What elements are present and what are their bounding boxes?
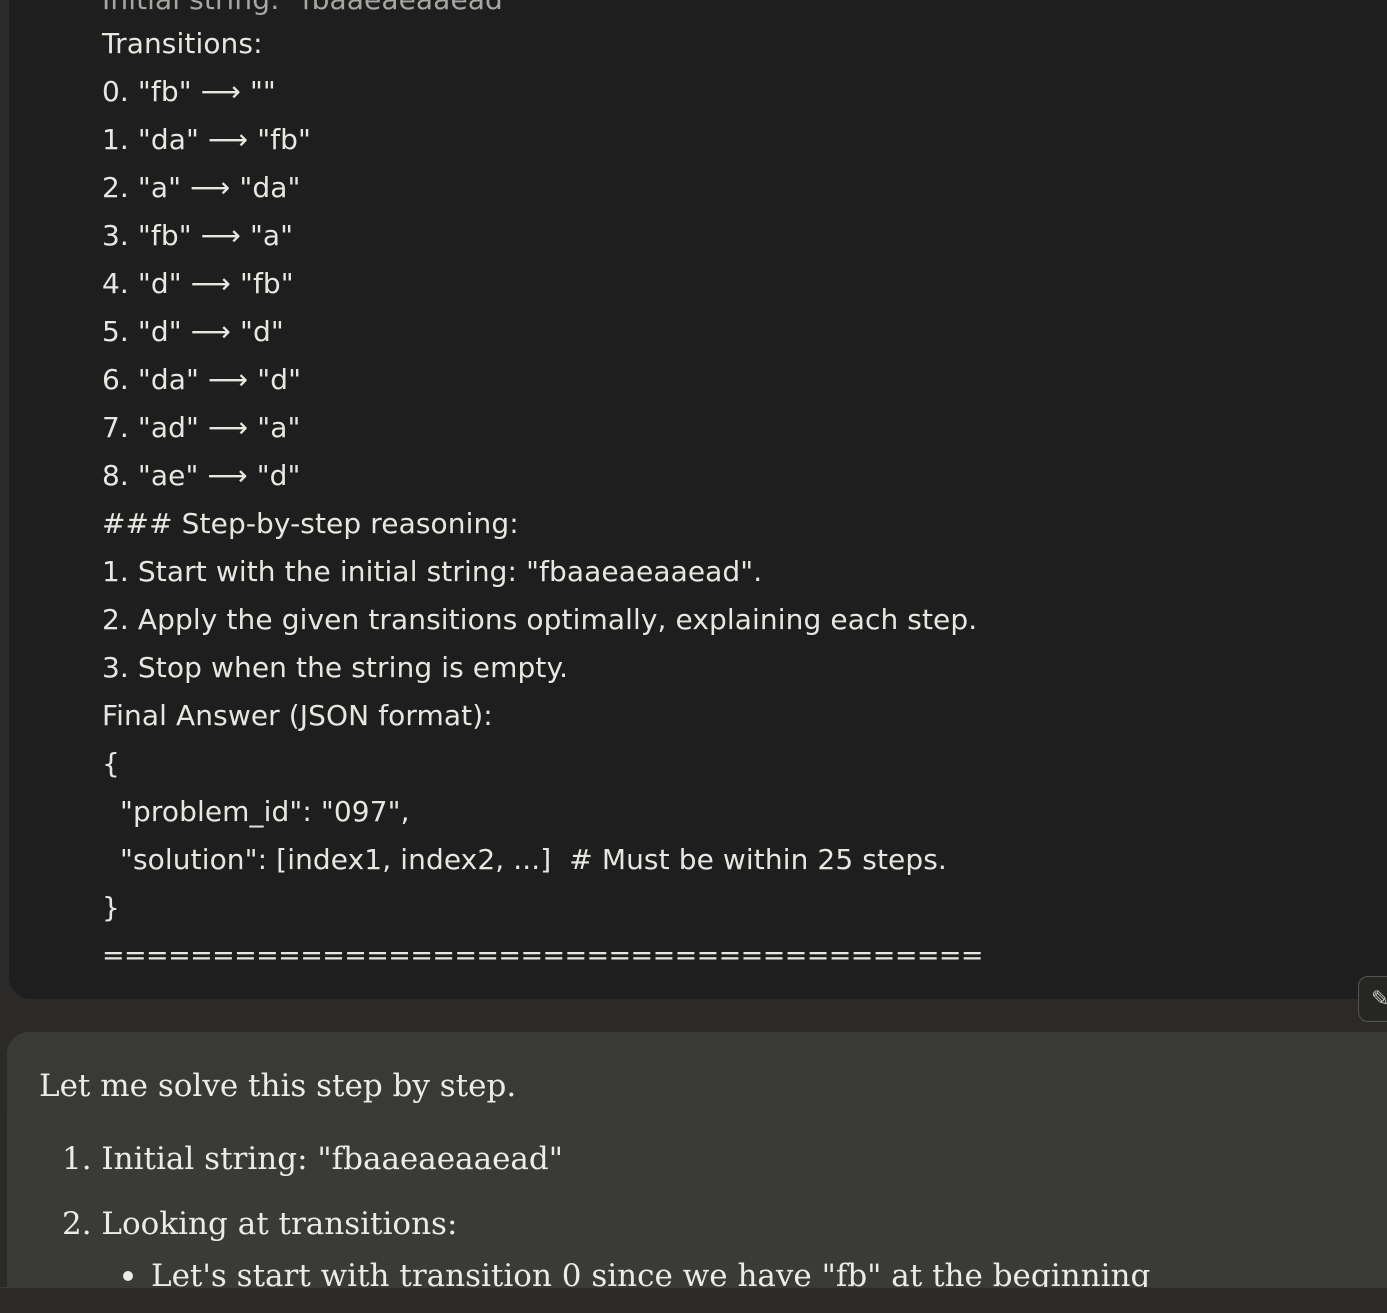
transition-item: 8. "ae" ⟶ "d"	[102, 459, 301, 492]
assistant-list-item: 2. Looking at transitions:	[62, 1206, 458, 1242]
json-problem-id-line: "problem_id": "097",	[102, 795, 410, 828]
json-open-brace: {	[102, 747, 120, 780]
transition-item: 1. "da" ⟶ "fb"	[102, 123, 312, 156]
transitions-heading: Transitions:	[102, 27, 263, 60]
transition-item: 6. "da" ⟶ "d"	[102, 363, 302, 396]
assistant-intro: Let me solve this step by step.	[39, 1068, 517, 1104]
pencil-icon: ✎	[1371, 987, 1387, 1012]
assistant-list-item: 1. Initial string: "fbaaeaeaaead"	[62, 1141, 563, 1177]
reasoning-step: 2. Apply the given transitions optimally…	[102, 603, 978, 636]
assistant-message-card: Let me solve this step by step. 1. Initi…	[7, 1032, 1387, 1313]
transition-item: 2. "a" ⟶ "da"	[102, 171, 301, 204]
reasoning-step: 1. Start with the initial string: "fbaae…	[102, 555, 763, 588]
transition-item: 3. "fb" ⟶ "a"	[102, 219, 294, 252]
user-message-card: Initial string: "fbaaeaeaaead" Transitio…	[9, 0, 1387, 999]
reasoning-step: 3. Stop when the string is empty.	[102, 651, 569, 684]
transition-item: 0. "fb" ⟶ ""	[102, 75, 276, 108]
final-answer-label: Final Answer (JSON format):	[102, 699, 493, 732]
bullet-icon	[123, 1271, 133, 1281]
reasoning-heading: ### Step-by-step reasoning:	[102, 507, 519, 540]
separator-line: ========================================	[102, 940, 984, 971]
json-close-brace: }	[102, 891, 120, 924]
edit-message-button[interactable]: ✎	[1358, 976, 1387, 1022]
json-solution-line: "solution": [index1, index2, ...] # Must…	[102, 843, 947, 876]
transition-item: 5. "d" ⟶ "d"	[102, 315, 284, 348]
transition-item: 4. "d" ⟶ "fb"	[102, 267, 294, 300]
bottom-bar	[0, 1287, 1387, 1313]
transition-item: 7. "ad" ⟶ "a"	[102, 411, 301, 444]
